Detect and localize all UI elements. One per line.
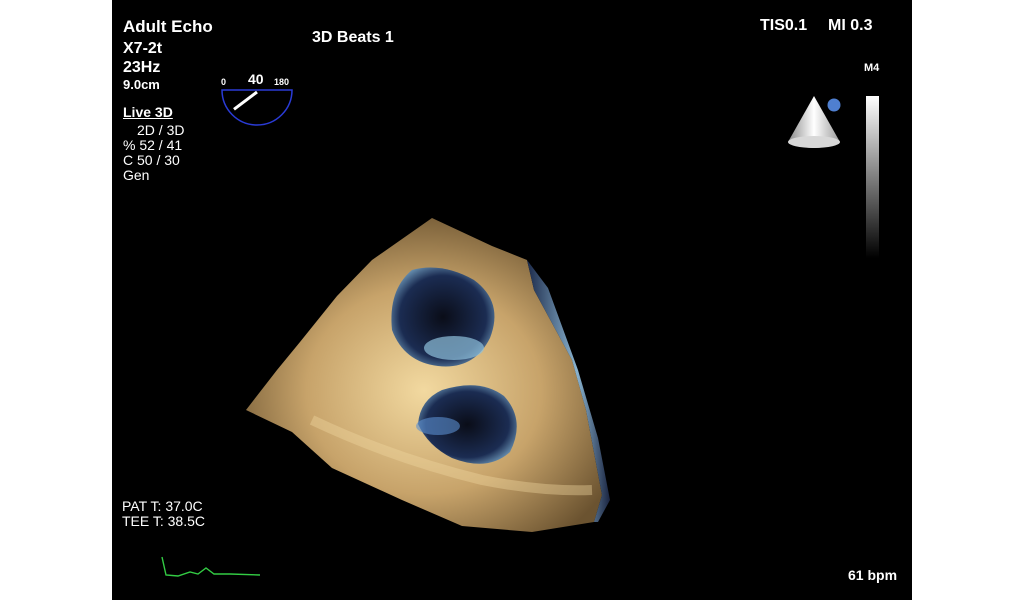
imaging-mode: Live 3D: [123, 104, 173, 120]
orientation-dot: [827, 98, 841, 112]
omniplane-angle-label: 40: [248, 71, 264, 87]
tee-temperature: TEE T: 38.5C: [122, 513, 206, 529]
patient-temperature: PAT T: 37.0C: [122, 498, 203, 514]
param-gain: % 52 / 41: [123, 137, 183, 153]
omniplane-min-label: 0: [221, 77, 227, 87]
param-frequency: Gen: [123, 167, 150, 183]
omniplane-needle: [233, 90, 258, 111]
heart-rate: 61 bpm: [848, 567, 898, 583]
probe-orientation-icon: [788, 96, 841, 148]
grayscale-bar: [866, 96, 879, 258]
mi-index: MI 0.3: [828, 17, 873, 34]
preset-title: Adult Echo: [123, 17, 213, 36]
frame-rate: 23Hz: [123, 59, 161, 76]
param-compression: C 50 / 30: [123, 152, 180, 168]
beats-label: 3D Beats 1: [312, 29, 394, 46]
probe-name: X7-2t: [123, 40, 163, 57]
tis-index: TIS0.1: [760, 17, 808, 34]
omniplane-indicator-icon: [221, 89, 293, 126]
gray-map-label: M4: [864, 62, 880, 74]
depth-readout: 9.0cm: [123, 77, 160, 92]
ultrasound-display: Adult Echo X7-2t 23Hz 9.0cm Live 3D 2D /…: [112, 0, 912, 600]
3d-heart-volume-render: [246, 218, 610, 532]
omniplane-max-label: 180: [274, 77, 290, 87]
param-2d-3d: 2D / 3D: [137, 122, 185, 138]
ecg-trace: [161, 556, 261, 577]
